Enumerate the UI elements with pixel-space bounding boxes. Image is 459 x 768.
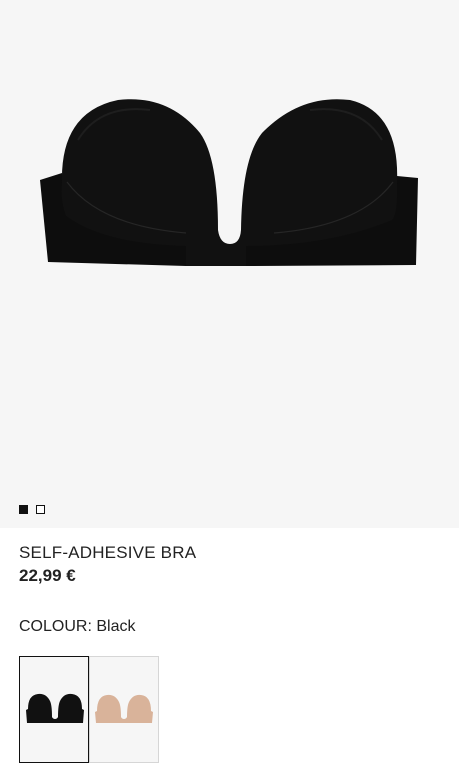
colour-swatch-black[interactable] — [19, 656, 89, 763]
colour-selected-value: Black — [96, 618, 136, 635]
product-image-gallery[interactable] — [0, 0, 459, 528]
colour-label-row: COLOUR: Black — [19, 618, 135, 636]
colour-label: COLOUR: — [19, 618, 92, 635]
product-image — [40, 99, 418, 266]
swatch-image-nude — [95, 694, 153, 723]
colour-swatches — [19, 656, 159, 763]
pagination-dot[interactable] — [36, 505, 45, 514]
pagination-dot-active[interactable] — [19, 505, 28, 514]
product-title: SELF-ADHESIVE BRA — [19, 543, 197, 562]
colour-swatch-nude[interactable] — [89, 656, 159, 763]
product-price: 22,99 € — [19, 566, 76, 585]
swatch-image-black — [26, 693, 84, 723]
gallery-pagination — [19, 505, 45, 514]
